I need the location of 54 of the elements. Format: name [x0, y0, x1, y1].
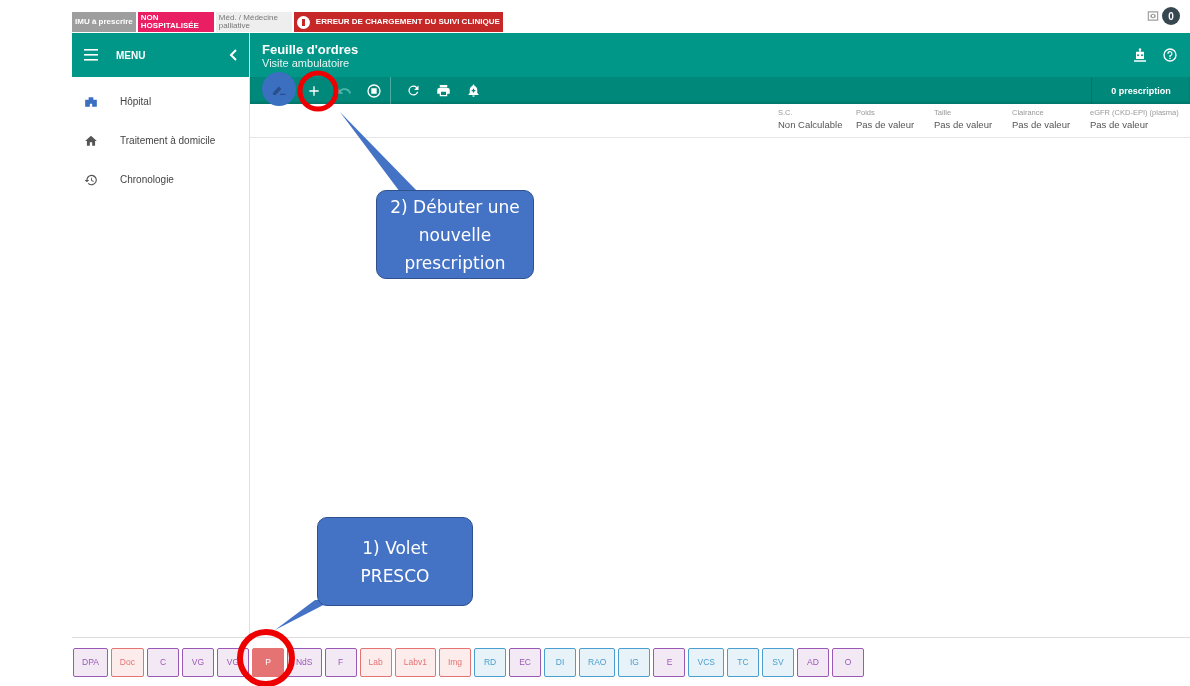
panel-tab[interactable]: O — [831, 647, 864, 677]
menu-item[interactable]: Traitement à domicile — [72, 121, 249, 160]
menu-title: MENU — [116, 49, 147, 61]
callout-note: 1) Volet PRESCO — [317, 517, 473, 606]
panel-tab[interactable]: RD — [474, 647, 507, 677]
panel-tab[interactable]: Lab — [359, 647, 392, 677]
stop-icon — [366, 82, 382, 99]
highlight-ring — [297, 70, 339, 112]
page-title: Feuille d'ordres — [262, 41, 360, 57]
notification-badge[interactable]: 0 — [1162, 7, 1180, 25]
vital-value: Non Calculable — [778, 119, 844, 130]
panel-tab[interactable]: DI — [544, 647, 577, 677]
panel-tab[interactable]: P — [252, 647, 284, 677]
alert-icon — [296, 15, 310, 29]
hospital-icon — [84, 94, 98, 109]
panel-tab[interactable]: AD — [796, 647, 829, 677]
home-icon — [84, 133, 98, 148]
panel-tab[interactable]: RAO — [579, 647, 616, 677]
page-subtitle: Visite ambulatoire — [262, 56, 351, 69]
prescription-count: 0 prescription — [1091, 77, 1190, 104]
printer-icon — [435, 83, 451, 98]
vital-value: Pas de valeur — [856, 119, 916, 130]
panel-tab[interactable]: IG — [618, 647, 651, 677]
panel-tab[interactable]: NdS — [287, 647, 322, 677]
help-icon — [1162, 47, 1178, 63]
panel-tab[interactable]: E — [653, 647, 686, 677]
callout-note: 2) Débuter une nouvelle prescription — [376, 190, 534, 279]
panel-tab[interactable]: C — [147, 647, 179, 677]
robot-icon — [1132, 47, 1148, 63]
menu-item[interactable]: Hôpital — [72, 82, 249, 121]
panel-tab[interactable]: Doc — [110, 647, 144, 677]
panel-tab[interactable]: F — [324, 647, 357, 677]
panel-tab[interactable]: VCS — [688, 647, 724, 677]
history-icon — [84, 172, 98, 187]
highlight-ring — [237, 629, 295, 686]
collapse-icon[interactable] — [229, 49, 237, 61]
menu-item[interactable]: Chronologie — [72, 160, 249, 199]
panel-tab[interactable]: EC — [509, 647, 542, 677]
panel-tab[interactable]: Labv1 — [394, 647, 436, 677]
status-tag: Méd. / Médecine palliative — [215, 12, 292, 32]
panel-tab[interactable]: DPA — [73, 647, 108, 677]
panel-tab[interactable]: TC — [726, 647, 759, 677]
status-tag: ERREUR DE CHARGEMENT DU SUIVI CLINIQUE — [293, 12, 503, 32]
panel-tab[interactable]: SV — [761, 647, 794, 677]
panel-tab[interactable]: Img — [438, 647, 472, 677]
panel-tab[interactable]: VG — [217, 647, 249, 677]
vital-value: Pas de valeur — [1090, 119, 1150, 130]
menu-icon[interactable] — [84, 49, 98, 61]
vital-value: Pas de valeur — [1012, 119, 1072, 130]
panel-tab[interactable]: VG — [182, 647, 214, 677]
vital-value: Pas de valeur — [934, 119, 994, 130]
status-tag: IMU à prescrire — [72, 12, 136, 32]
monitor-icon — [1146, 9, 1160, 23]
status-tag: NON HOSPITALISÉE — [137, 12, 214, 32]
